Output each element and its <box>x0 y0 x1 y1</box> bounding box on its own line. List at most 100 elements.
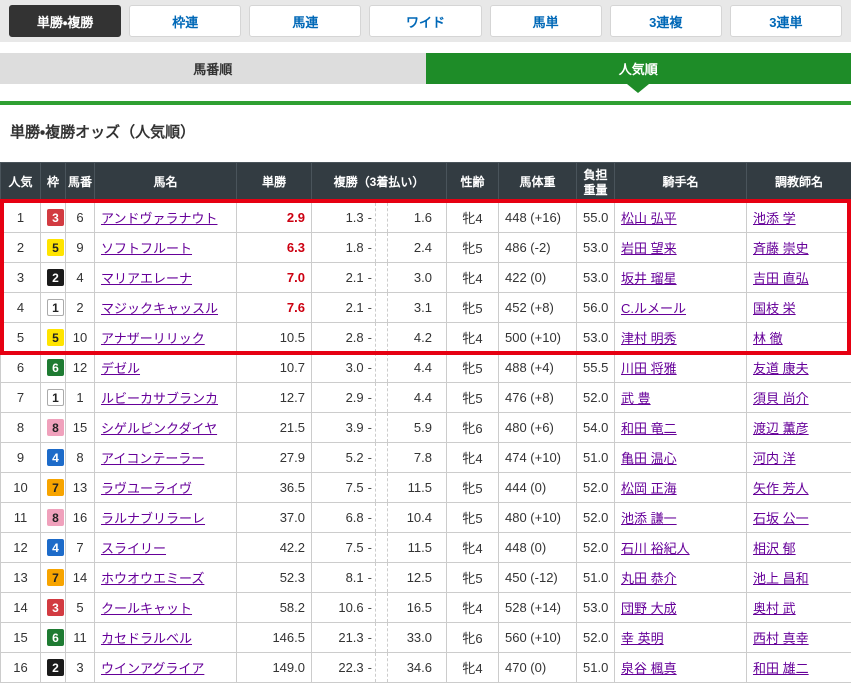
dashed-divider <box>375 443 388 472</box>
horse-name-link[interactable]: スライリー <box>101 541 166 556</box>
dashed-divider <box>375 473 388 502</box>
jockey-link[interactable]: 川田 将雅 <box>621 361 677 376</box>
trainer-link[interactable]: 吉田 直弘 <box>753 271 809 286</box>
horse-name-link[interactable]: マジックキャッスル <box>101 301 218 316</box>
place-low: 8.1 <box>318 570 364 585</box>
rank-cell: 10 <box>1 473 41 503</box>
horse-name-link[interactable]: アナザーリリック <box>101 331 205 346</box>
jockey-link[interactable]: 岩田 望来 <box>621 241 677 256</box>
trainer-link[interactable]: 池添 学 <box>753 211 796 226</box>
frame-badge: 4 <box>47 539 64 556</box>
trainer-link[interactable]: 池上 昌和 <box>753 571 809 586</box>
place-odds-cell: 22.3-34.6 <box>312 653 447 683</box>
jockey-link[interactable]: 亀田 温心 <box>621 451 677 466</box>
horse-name-link[interactable]: ラルナブリラーレ <box>101 511 205 526</box>
horse-name-link[interactable]: ラヴユーライヴ <box>101 481 192 496</box>
horse-name-link[interactable]: ソフトフルート <box>101 241 192 256</box>
trainer-cell: 林 徹 <box>747 323 851 353</box>
horse-name-cell: スライリー <box>95 533 237 563</box>
place-odds-range: 21.3-33.0 <box>318 623 440 652</box>
bet-tab-wide[interactable]: ワイド <box>369 5 481 37</box>
horse-name-link[interactable]: クールキャット <box>101 601 192 616</box>
trainer-link[interactable]: 渡辺 薫彦 <box>753 421 809 436</box>
bet-tab-umaren[interactable]: 馬連 <box>249 5 361 37</box>
trainer-link[interactable]: 西村 真幸 <box>753 631 809 646</box>
sex-age-cell: 牝4 <box>447 443 499 473</box>
horse-name-link[interactable]: シゲルピンクダイヤ <box>101 421 217 436</box>
horse-name-link[interactable]: カセドラルベル <box>101 631 192 646</box>
jockey-link[interactable]: 津村 明秀 <box>621 331 677 346</box>
horse-name-link[interactable]: デゼル <box>101 361 140 376</box>
jockey-link[interactable]: 泉谷 楓真 <box>621 661 677 676</box>
jockey-link[interactable]: 松岡 正海 <box>621 481 677 496</box>
sex-age-cell: 牝5 <box>447 353 499 383</box>
jockey-link[interactable]: 団野 大成 <box>621 601 677 616</box>
bet-tab-tansho-fukusho[interactable]: 単勝・複勝 <box>9 5 121 37</box>
dashed-divider <box>375 293 388 322</box>
trainer-link[interactable]: 相沢 郁 <box>753 541 796 556</box>
bet-tab-sanrenpuku[interactable]: 3連複 <box>610 5 722 37</box>
horse-name-link[interactable]: ウインアグライア <box>101 661 204 676</box>
order-tab-ninki-jun[interactable]: 人気順 <box>426 53 851 84</box>
place-low: 5.2 <box>318 450 364 465</box>
trainer-link[interactable]: 国枝 栄 <box>753 301 796 316</box>
bet-tab-wakuren[interactable]: 枠連 <box>129 5 241 37</box>
load-weight-cell: 53.0 <box>577 233 615 263</box>
order-tab-umaban-jun[interactable]: 馬番順 <box>0 53 426 84</box>
frame-cell: 2 <box>41 263 66 293</box>
trainer-link[interactable]: 奥村 武 <box>753 601 796 616</box>
bet-tab-umatan[interactable]: 馬単 <box>490 5 602 37</box>
jockey-link[interactable]: 和田 竜二 <box>621 421 677 436</box>
place-high: 4.2 <box>388 330 440 345</box>
trainer-link[interactable]: 林 徹 <box>753 331 783 346</box>
dashed-divider <box>375 533 388 562</box>
table-row: 10713ラヴユーライヴ36.57.5-11.5牝5444 (0)52.0松岡 … <box>1 473 851 503</box>
rank-cell: 3 <box>1 263 41 293</box>
place-low: 21.3 <box>318 630 364 645</box>
trainer-link[interactable]: 斉藤 崇史 <box>753 241 809 256</box>
jockey-link[interactable]: 池添 謙一 <box>621 511 677 526</box>
jockey-link[interactable]: 松山 弘平 <box>621 211 677 226</box>
place-high: 10.4 <box>388 510 440 525</box>
sex-age-cell: 牝4 <box>447 533 499 563</box>
trainer-link[interactable]: 友道 康夫 <box>753 361 809 376</box>
col-header-place: 複勝（3着払い） <box>312 163 447 203</box>
jockey-link[interactable]: C.ルメール <box>621 301 686 316</box>
frame-badge: 8 <box>47 509 64 526</box>
frame-badge: 1 <box>47 299 64 316</box>
bet-tab-sanrentan[interactable]: 3連単 <box>730 5 842 37</box>
frame-badge: 5 <box>47 239 64 256</box>
frame-badge: 5 <box>47 329 64 346</box>
place-odds-cell: 2.1-3.1 <box>312 293 447 323</box>
place-odds-range: 3.9-5.9 <box>318 413 440 442</box>
horse-name-cell: ホウオウエミーズ <box>95 563 237 593</box>
trainer-link[interactable]: 河内 洋 <box>753 451 796 466</box>
horse-name-link[interactable]: アンドヴァラナウト <box>101 211 217 226</box>
trainer-link[interactable]: 和田 雄二 <box>753 661 809 676</box>
win-odds-cell: 2.9 <box>237 203 312 233</box>
load-weight-cell: 52.0 <box>577 533 615 563</box>
trainer-cell: 須貝 尚介 <box>747 383 851 413</box>
rank-cell: 6 <box>1 353 41 383</box>
jockey-link[interactable]: 武 豊 <box>621 391 651 406</box>
horse-name-link[interactable]: ホウオウエミーズ <box>101 571 204 586</box>
horse-name-link[interactable]: アイコンテーラー <box>101 451 204 466</box>
horse-name-link[interactable]: ルビーカサブランカ <box>101 391 218 406</box>
horse-name-link[interactable]: マリアエレーナ <box>101 271 192 286</box>
place-low: 3.0 <box>318 360 364 375</box>
jockey-link[interactable]: 石川 裕紀人 <box>621 541 690 556</box>
place-low: 2.1 <box>318 270 364 285</box>
horse-name-cell: マジックキャッスル <box>95 293 237 323</box>
horse-name-cell: アイコンテーラー <box>95 443 237 473</box>
horse-number-cell: 6 <box>66 203 95 233</box>
frame-badge: 7 <box>47 569 64 586</box>
jockey-link[interactable]: 幸 英明 <box>621 631 664 646</box>
jockey-link[interactable]: 丸田 恭介 <box>621 571 677 586</box>
trainer-link[interactable]: 石坂 公一 <box>753 511 809 526</box>
trainer-link[interactable]: 須貝 尚介 <box>753 391 809 406</box>
trainer-link[interactable]: 矢作 芳人 <box>753 481 809 496</box>
jockey-link[interactable]: 坂井 瑠星 <box>621 271 677 286</box>
load-weight-cell: 51.0 <box>577 443 615 473</box>
sex-age-cell: 牝4 <box>447 593 499 623</box>
frame-cell: 8 <box>41 503 66 533</box>
